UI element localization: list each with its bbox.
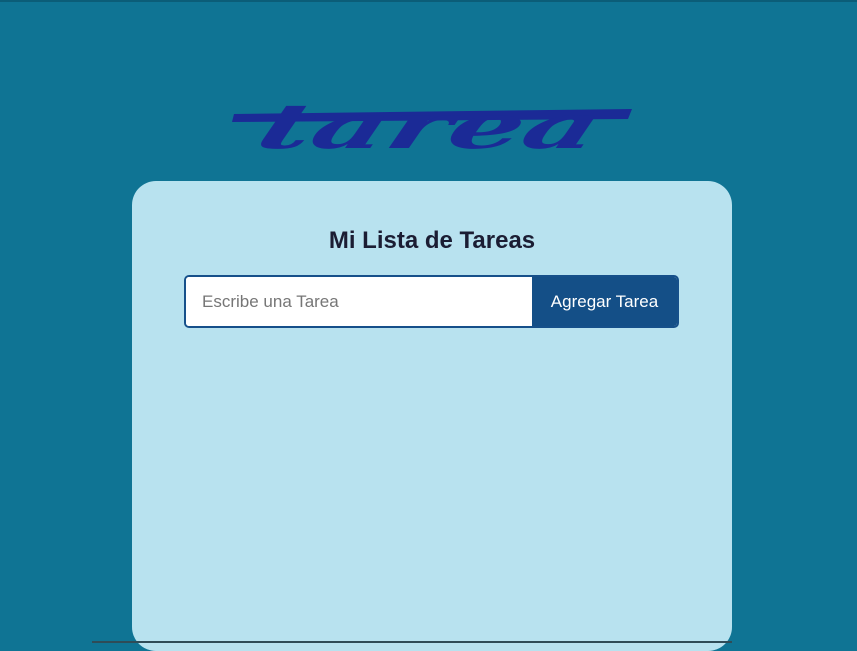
add-task-form: Agregar Tarea	[184, 275, 679, 328]
svg-text:tarea: tarea	[248, 96, 612, 158]
tarea-logo-graphic: tarea	[232, 96, 632, 158]
card-title: Mi Lista de Tareas	[328, 227, 536, 254]
window-top-edge	[0, 0, 857, 2]
add-task-button[interactable]: Agregar Tarea	[532, 277, 677, 326]
task-list-card: Mi Lista de Tareas Agregar Tarea	[132, 181, 732, 651]
task-list	[184, 349, 679, 629]
tarea-logo: tarea	[230, 96, 634, 158]
task-input[interactable]	[186, 277, 532, 326]
